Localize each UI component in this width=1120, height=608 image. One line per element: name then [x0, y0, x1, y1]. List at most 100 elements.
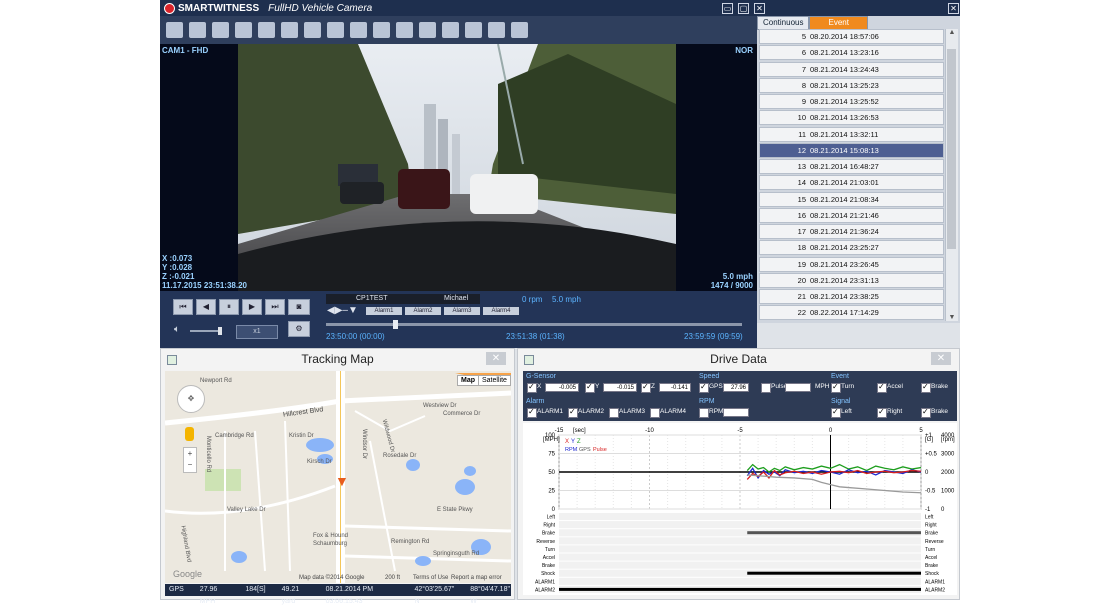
alarm-button-1[interactable]: Alarm1	[366, 307, 402, 315]
event-row[interactable]: 11 08.21.2014 13:32:11	[759, 126, 944, 142]
event-row[interactable]: 5 08.20.2014 18:57:06	[759, 29, 944, 44]
y-checkbox[interactable]	[585, 382, 595, 393]
left-label: Left	[841, 408, 852, 415]
play-button[interactable]: ▶	[242, 299, 262, 315]
turn-checkbox[interactable]	[831, 382, 841, 393]
list-scrollbar[interactable]: ▲ ▼	[945, 29, 958, 321]
event-row[interactable]: 12 08.21.2014 15:08:13	[759, 142, 944, 158]
event-row[interactable]: 10 08.21.2014 13:26:53	[759, 110, 944, 126]
frame-nav-icon[interactable]: ◀▶–▼	[327, 305, 358, 316]
film-icon[interactable]	[396, 22, 413, 38]
step-back-button[interactable]: ◀	[196, 299, 216, 315]
event-row[interactable]: 6 08.21.2014 13:23:16	[759, 45, 944, 61]
close-app-button[interactable]: ✕	[948, 3, 959, 14]
event-time: 08.21.2014 21:21:46	[810, 210, 879, 220]
event-row[interactable]: 21 08.21.2014 23:38:25	[759, 289, 944, 304]
alarm-button-3[interactable]: Alarm3	[444, 307, 480, 315]
event-row[interactable]: 20 08.21.2014 23:31:13	[759, 272, 944, 288]
event-row-label-right: Left	[925, 515, 934, 521]
x-checkbox[interactable]	[527, 382, 537, 393]
event-row[interactable]: 22 08.22.2014 17:14:29	[759, 305, 944, 321]
legend-rpm: RPM	[565, 447, 578, 453]
image-icon[interactable]	[373, 22, 390, 38]
minimize-button[interactable]: ▭	[722, 3, 733, 14]
terms-link[interactable]: Terms of Use	[413, 575, 448, 581]
left-checkbox[interactable]	[831, 407, 841, 418]
event-row[interactable]: 8 08.21.2014 13:25:23	[759, 77, 944, 93]
alarm-button-4[interactable]: Alarm4	[483, 307, 519, 315]
speed-selector[interactable]: x1	[236, 325, 278, 339]
rpm-checkbox[interactable]	[699, 408, 709, 418]
tab-continuous[interactable]: Continuous	[757, 16, 810, 30]
pulse-checkbox[interactable]	[761, 383, 771, 393]
alarm3-checkbox[interactable]	[609, 408, 619, 418]
zoom-icon[interactable]	[350, 22, 367, 38]
event-row[interactable]: 9 08.21.2014 13:25:52	[759, 94, 944, 109]
accel-checkbox[interactable]	[877, 382, 887, 393]
video-player[interactable]: CAM1 - FHD NOR X :0.073 Y :0.028 Z :-0.0…	[160, 44, 757, 291]
event-row[interactable]: 7 08.21.2014 13:24:43	[759, 61, 944, 77]
copy-icon[interactable]	[281, 22, 298, 38]
event-number: 9	[801, 97, 806, 106]
skip-start-button[interactable]: ⏮	[173, 299, 193, 315]
export-icon[interactable]	[235, 22, 252, 38]
gps-checkbox[interactable]	[699, 382, 709, 393]
alarm2-checkbox[interactable]	[568, 407, 578, 418]
search-icon[interactable]	[327, 22, 344, 38]
brake-signal-checkbox[interactable]	[921, 407, 931, 418]
pin-icon[interactable]	[304, 22, 321, 38]
rpm-unit-label: [rpm]	[941, 437, 955, 443]
map-view[interactable]: Map Satellite ✥ + − ▼ Newport Rd Hillcres…	[165, 371, 511, 583]
print-icon[interactable]	[419, 22, 436, 38]
monitor-icon[interactable]	[488, 22, 505, 38]
pause-button[interactable]: ⏸	[219, 299, 239, 315]
y-value: -0.015	[603, 383, 637, 392]
folder-icon[interactable]	[166, 22, 183, 38]
folder-open-icon[interactable]	[189, 22, 206, 38]
map-close-button[interactable]: ✕	[486, 352, 506, 365]
event-row[interactable]: 17 08.21.2014 21:36:24	[759, 224, 944, 239]
chat-icon[interactable]	[511, 22, 528, 38]
pan-control[interactable]: ✥	[177, 385, 205, 413]
scroll-up-icon[interactable]: ▲	[946, 29, 958, 36]
drive-chart[interactable]: -15 -10 -5 0 5[sec]100 +1 400075 +0.5 300050 0 200…	[523, 423, 957, 595]
play-icon[interactable]	[465, 22, 482, 38]
camera-settings-button[interactable]: ⚙	[288, 321, 310, 337]
timeline-track[interactable]	[326, 320, 742, 329]
app-brand: SMARTWITNESS	[178, 2, 260, 14]
alarm4-checkbox[interactable]	[650, 408, 660, 418]
timeline-knob[interactable]	[392, 320, 398, 329]
zoom-control[interactable]: + −	[183, 447, 197, 473]
event-row[interactable]: 18 08.21.2014 23:25:27	[759, 240, 944, 256]
event-row[interactable]: 13 08.21.2014 16:48:27	[759, 159, 944, 174]
event-row[interactable]: 15 08.21.2014 21:08:34	[759, 191, 944, 207]
maximize-button[interactable]: ▢	[738, 3, 749, 14]
street-view-icon[interactable]	[185, 427, 194, 441]
right-checkbox[interactable]	[877, 407, 887, 418]
event-row[interactable]: 19 08.21.2014 23:26:45	[759, 256, 944, 272]
report-link[interactable]: Report a map error	[451, 575, 502, 581]
document-icon[interactable]	[258, 22, 275, 38]
event-row[interactable]: 14 08.21.2014 21:03:01	[759, 175, 944, 191]
event-row-label-right: ALARM1	[925, 579, 945, 585]
skip-end-button[interactable]: ⏭	[265, 299, 285, 315]
volume-slider[interactable]	[190, 327, 222, 335]
map-button[interactable]: Map	[458, 376, 478, 385]
event-row[interactable]: 16 08.21.2014 21:21:46	[759, 207, 944, 223]
drive-close-button[interactable]: ✕	[931, 352, 951, 365]
event-time: 08.21.2014 23:25:27	[810, 243, 879, 253]
record-icon[interactable]	[442, 22, 459, 38]
tab-event[interactable]: Event	[809, 16, 868, 30]
alarm3-label: ALARM3	[619, 408, 646, 415]
alarm1-checkbox[interactable]	[527, 407, 537, 418]
scroll-thumb[interactable]	[947, 49, 956, 249]
save-icon[interactable]	[212, 22, 229, 38]
z-checkbox[interactable]	[641, 382, 651, 393]
y-unit-label: [MPH]	[543, 437, 560, 443]
satellite-button[interactable]: Satellite	[478, 376, 510, 385]
snapshot-button[interactable]: ◙	[288, 299, 310, 315]
scroll-down-icon[interactable]: ▼	[946, 314, 958, 321]
brake-checkbox[interactable]	[921, 382, 931, 393]
close-video-button[interactable]: ✕	[754, 3, 765, 14]
alarm-button-2[interactable]: Alarm2	[405, 307, 441, 315]
